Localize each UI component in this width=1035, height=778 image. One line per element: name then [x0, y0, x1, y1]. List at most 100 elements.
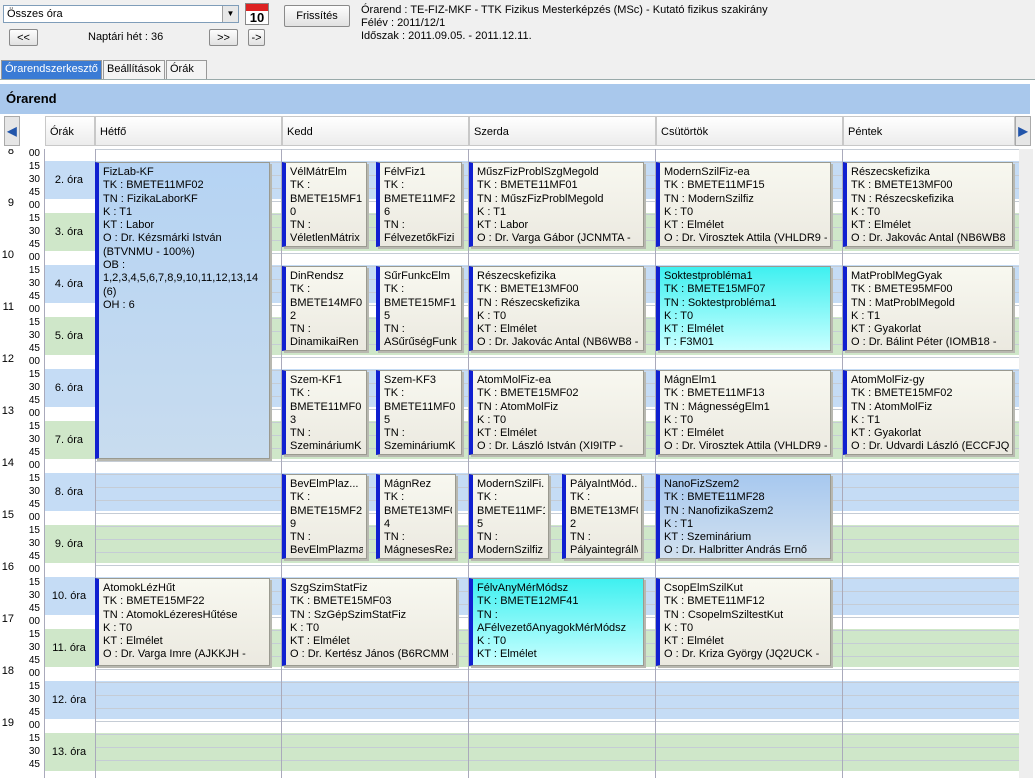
course-card[interactable]: AtomokLézHűt TK : BMETE15MF22 TN : AtomokL…	[95, 578, 270, 666]
course-card[interactable]: MatProblMegGyak TK : BMETE95MF00 TN : MatP…	[843, 266, 1013, 351]
next-week-button[interactable]: >>	[209, 29, 238, 46]
course-detail: TK : BMETE95MF00	[851, 283, 953, 296]
course-detail: TN : AtomMolFiz	[477, 400, 559, 413]
course-detail: TK :	[290, 283, 311, 296]
course-code: SűrFunkcElm	[384, 270, 451, 282]
course-detail: TK : BMETE11MF15	[664, 179, 765, 192]
course-code: AtomMolFiz-gy	[851, 374, 925, 386]
time-minute-label: 00	[28, 460, 40, 471]
course-detail: DinamikaiRen	[290, 336, 359, 349]
chevron-left-icon[interactable]: ◀	[4, 116, 20, 146]
prev-week-button[interactable]: <<	[9, 29, 38, 46]
ora-label: 3. óra	[54, 226, 84, 238]
course-card[interactable]: Szem-KF1 TK : BMETE11MF0 3 TN : SzemináriumK	[282, 370, 367, 455]
course-detail: TN :	[384, 531, 405, 544]
course-detail: BMETE14MF0	[290, 296, 363, 309]
course-detail: TK :	[290, 491, 311, 504]
refresh-button[interactable]: Frissítés	[284, 5, 350, 27]
course-card[interactable]: FizLab-KF TK : BMETE11MF02 TN : FizikaLabo…	[95, 162, 270, 459]
course-detail: O : Dr. Halbritter András Ernő	[664, 544, 808, 557]
course-card[interactable]: NanoFizSzem2 TK : BMETE11MF28 TN : Nanofiz…	[656, 474, 831, 559]
course-card[interactable]: ModernSzilFiz-ea TK : BMETE11MF15 TN : Mod…	[656, 162, 831, 247]
course-detail: 5	[477, 517, 484, 530]
course-detail: TN :	[384, 323, 405, 336]
time-minute-label: 15	[28, 317, 40, 328]
course-detail: TN :	[290, 427, 311, 440]
course-card[interactable]: Soktestprobléma1 TK : BMETE15MF07 TN : Sok…	[656, 266, 831, 351]
ora-label: 11. óra	[52, 642, 86, 654]
course-card[interactable]: Szem-KF3 TK : BMETE11MF0 5 TN : SzemináriumK	[376, 370, 462, 455]
tab-courses[interactable]: Órák	[166, 60, 207, 79]
course-detail: K : T0	[477, 413, 507, 426]
time-minute-label: 15	[28, 733, 40, 744]
course-detail: K : T0	[477, 635, 507, 648]
ora-label: 8. óra	[54, 486, 84, 498]
course-card[interactable]: AtomMolFiz-gy TK : BMETE15MF02 TN : AtomMo…	[843, 370, 1013, 455]
course-card[interactable]: DinRendsz TK : BMETE14MF0 2 TN : DinamikaiRen	[282, 266, 367, 351]
column-header-friday: Péntek	[843, 116, 1015, 146]
course-card[interactable]: SűrFunkcElm TK : BMETE15MF1 5 TN : ASűrűségFu…	[376, 266, 462, 351]
tab-settings[interactable]: Beállítások	[103, 60, 165, 79]
course-filter-select[interactable]: Összes óra ▼	[3, 5, 239, 23]
course-card[interactable]: CsopElmSzilKut TK : BMETE11MF12 TN : Csope…	[656, 578, 831, 666]
course-card[interactable]: Részecskefizika TK : BMETE13MF00 TN : Rész…	[469, 266, 644, 351]
calendar-icon[interactable]: 10	[245, 3, 269, 25]
course-detail: TK : BMETE11MF02	[103, 179, 204, 192]
course-detail: TN :	[384, 219, 405, 232]
course-detail: BMETE11MF2	[384, 192, 456, 205]
course-detail: O : Dr. Jakovác Antal (NB6WB8 -	[851, 232, 1009, 245]
course-detail: TK :	[384, 491, 405, 504]
time-minute-label: 00	[28, 408, 40, 419]
course-detail: KT : Elmélet	[851, 219, 911, 232]
course-detail: TK : BMETE15MF03	[290, 595, 392, 608]
course-detail: O : Dr. Udvardi László (ECCFJQ -	[851, 440, 1009, 453]
chevron-right-icon[interactable]: ▶	[1015, 116, 1031, 146]
course-detail: TN :	[570, 531, 591, 544]
course-detail: TK : BMETE11MF28	[664, 491, 765, 504]
tab-timetable-editor[interactable]: Órarendszerkesztő	[1, 60, 102, 79]
time-minute-label: 15	[28, 161, 40, 172]
course-card[interactable]: MűszFizProblSzgMegold TK : BMETE11MF01 TN …	[469, 162, 644, 247]
course-card[interactable]: AtomMolFiz-ea TK : BMETE15MF02 TN : AtomMo…	[469, 370, 644, 455]
course-detail: AFélvezetőAnyagokMérMódsz	[477, 621, 627, 634]
course-detail: K : T0	[851, 205, 881, 218]
course-detail: KT : Elmélet	[477, 648, 537, 661]
course-detail: FélvezetőkFizi	[384, 232, 455, 245]
course-code: AtomMolFiz-ea	[477, 374, 551, 386]
course-detail: O : Dr. Bálint Péter (IOMB18 -	[851, 336, 997, 349]
course-card[interactable]: Részecskefizika TK : BMETE13MF00 TN : Rész…	[843, 162, 1013, 247]
course-detail: TK :	[384, 179, 405, 192]
course-detail: 3	[290, 413, 297, 426]
course-card[interactable]: ModernSzilFi... TK : BMETE11MF1 5 TN : Modern…	[469, 474, 549, 559]
course-detail: TN : MágnességElm1	[664, 400, 770, 413]
course-card[interactable]: FélvAnyMérMódsz TK : BMETE12MF41 TN : AFélv…	[469, 578, 644, 666]
last-week-button[interactable]: ->	[248, 29, 265, 46]
course-card[interactable]: SzgSzimStatFiz TK : BMETE15MF03 TN : SzGép…	[282, 578, 457, 666]
chevron-down-icon[interactable]: ▼	[222, 6, 238, 22]
course-card[interactable]: VélMátrElm TK : BMETE15MF1 0 TN : VéletlenMát…	[282, 162, 367, 247]
course-code: MágnRez	[384, 478, 432, 490]
course-card[interactable]: PályaIntMód... TK : BMETE13MF0 2 TN : Pályain…	[562, 474, 642, 559]
course-code: VélMátrElm	[290, 166, 347, 178]
vertical-scrollbar[interactable]	[1019, 149, 1033, 778]
course-code: FizLab-KF	[103, 166, 154, 178]
course-card[interactable]: FélvFiz1 TK : BMETE11MF2 6 TN : FélvezetőkFiz…	[376, 162, 462, 247]
ora-label: 4. óra	[54, 278, 84, 290]
course-detail: SzemináriumK	[290, 440, 362, 453]
time-minute-label: 00	[28, 356, 40, 367]
time-minute-label: 30	[28, 174, 40, 185]
course-detail: O : Dr. Jakovác Antal (NB6WB8 -	[477, 336, 639, 349]
week-label: Naptári hét : 36	[88, 31, 164, 43]
time-minute-label: 15	[28, 525, 40, 536]
course-code: Részecskefizika	[477, 270, 556, 282]
course-card[interactable]: MágnRez TK : BMETE13MF0 4 TN : MágnesesRez	[376, 474, 456, 559]
course-detail: TN :	[290, 323, 311, 336]
course-detail: K : T0	[664, 205, 694, 218]
course-detail: BMETE11MF1	[477, 504, 545, 517]
course-filter-value: Összes óra	[7, 8, 63, 20]
course-detail: TN :	[290, 531, 311, 544]
course-detail: TK : BMETE11MF13	[664, 387, 765, 400]
course-card[interactable]: MágnElm1 TK : BMETE11MF13 TN : MágnességEl…	[656, 370, 831, 455]
course-card[interactable]: BevElmPlaz... TK : BMETE15MF2 9 TN : BevElmPl…	[282, 474, 367, 559]
course-detail: PályaintegrálM	[570, 544, 638, 557]
